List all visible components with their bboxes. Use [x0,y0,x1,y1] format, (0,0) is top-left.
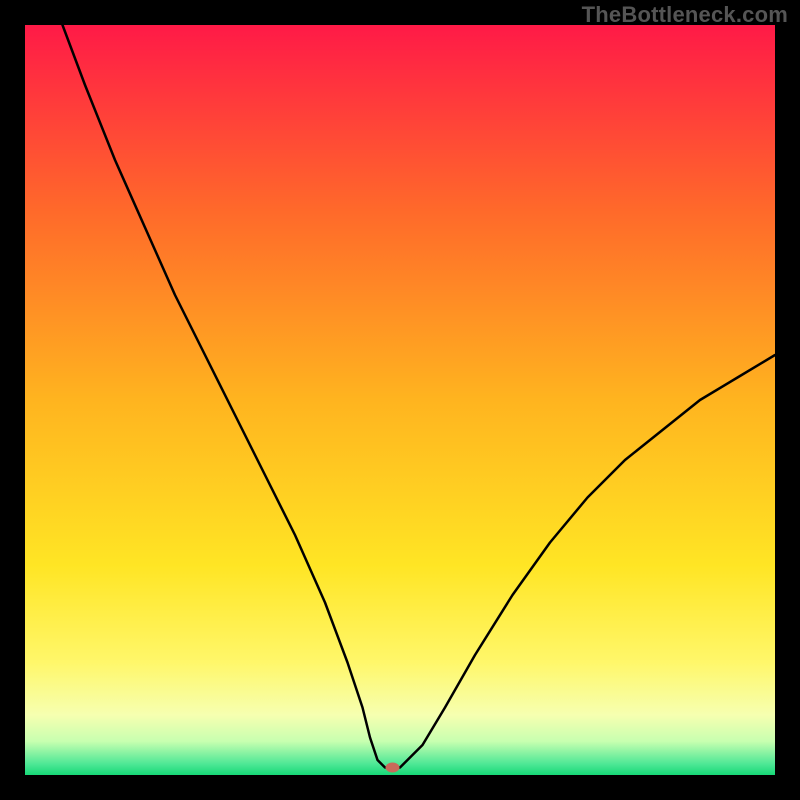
plot-svg [25,25,775,775]
optimal-marker [386,763,400,773]
chart-frame: TheBottleneck.com [0,0,800,800]
watermark-text: TheBottleneck.com [582,2,788,28]
gradient-background [25,25,775,775]
plot-area [25,25,775,775]
